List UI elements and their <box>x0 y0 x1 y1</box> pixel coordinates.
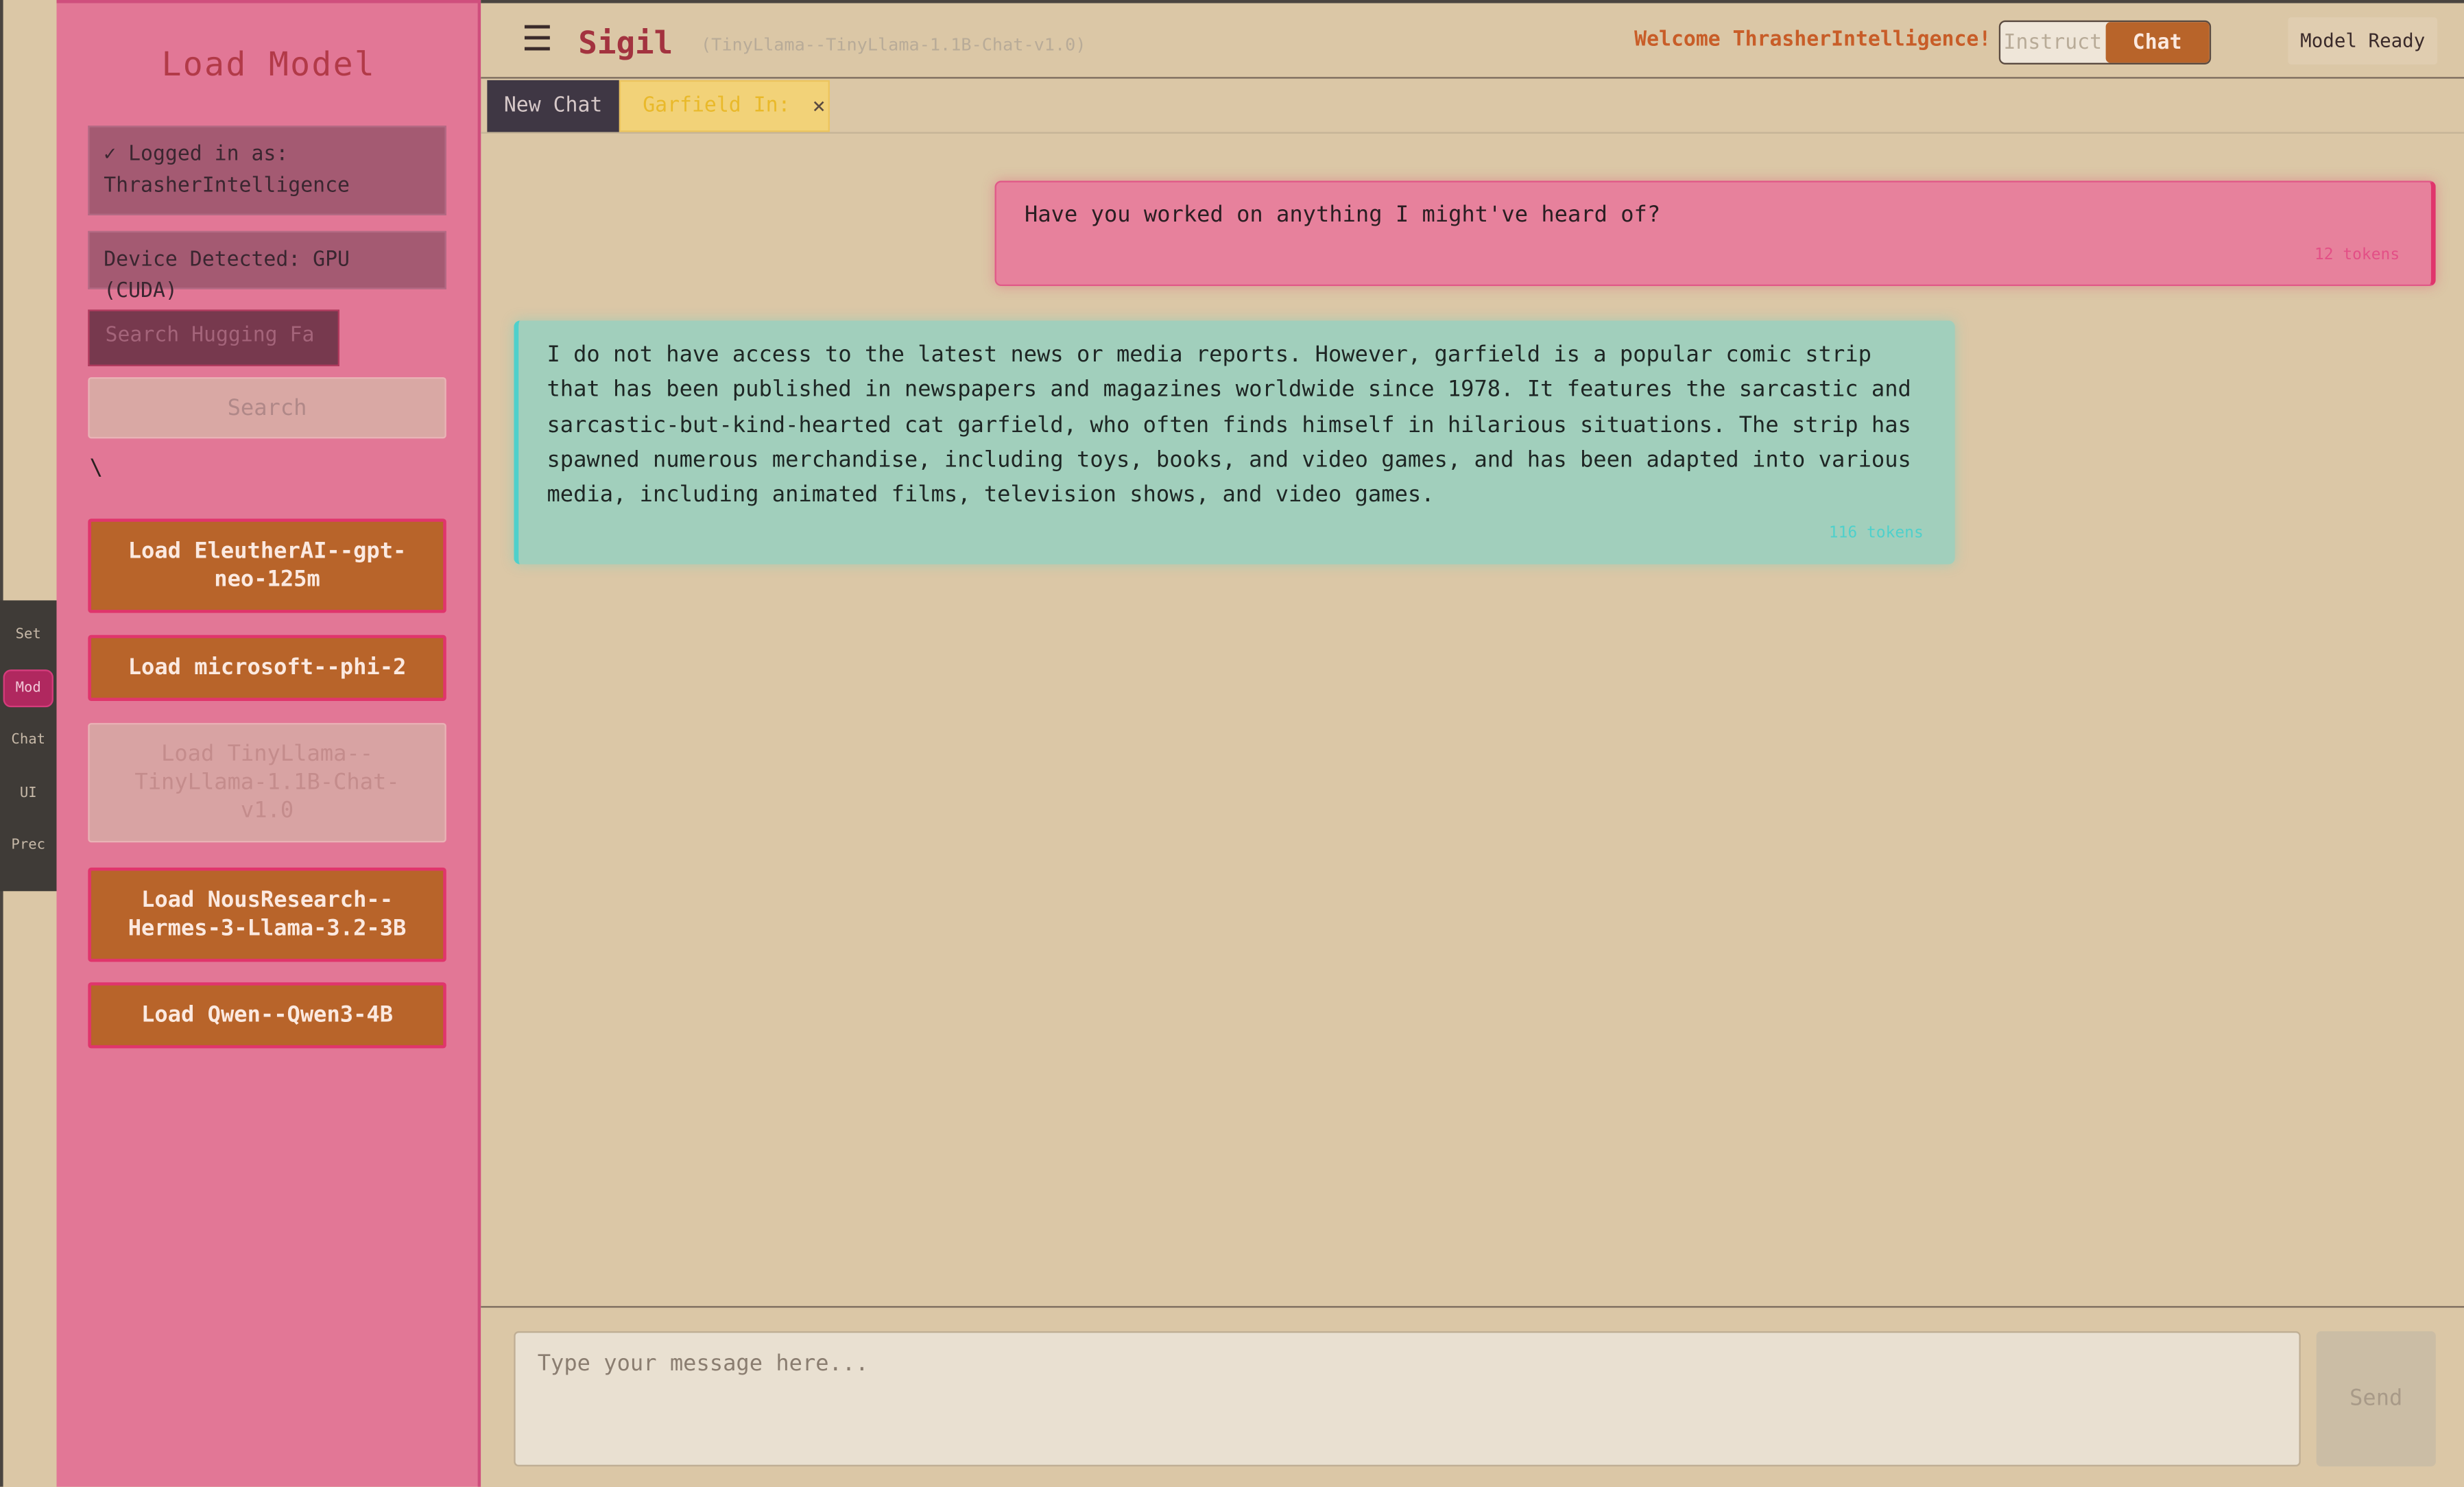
chat-tabs: New Chat Garfield In: × <box>481 79 2464 134</box>
rail-tab-settings[interactable]: Set <box>1 616 55 654</box>
top-bar: ☰ Sigil (TinyLlama--TinyLlama-1.1B-Chat-… <box>481 0 2464 79</box>
model-status: Model Ready <box>2288 17 2438 64</box>
panel-title: Load Model <box>161 45 376 84</box>
rail-tab-ui[interactable]: UI <box>1 774 55 812</box>
search-button[interactable]: Search <box>88 377 446 439</box>
message-text: I do not have access to the latest news … <box>547 342 1911 508</box>
rail-tab-precision[interactable]: Prec <box>1 827 55 865</box>
tab-label: Garfield In: <box>643 94 791 118</box>
tab-new-chat[interactable]: New Chat <box>487 80 619 132</box>
rail-tab-models[interactable]: Mod <box>3 669 53 707</box>
rail-tab-chat[interactable]: Chat <box>1 722 55 759</box>
load-model-button[interactable]: Load microsoft--phi-2 <box>88 634 446 702</box>
app-title: Sigil <box>578 23 673 62</box>
mode-chat[interactable]: Chat <box>2105 22 2210 63</box>
welcome-message: Welcome ThrasherIntelligence! <box>1634 28 1991 52</box>
message-input[interactable]: Type your message here... <box>514 1331 2301 1466</box>
menu-icon[interactable]: ☰ <box>522 21 553 60</box>
load-model-button[interactable]: Load Qwen--Qwen3-4B <box>88 982 446 1049</box>
message-text: Have you worked on anything I might've h… <box>1025 202 1661 228</box>
load-model-button-disabled[interactable]: Load TinyLlama--TinyLlama-1.1B-Chat-v1.0 <box>88 723 446 843</box>
load-model-button[interactable]: Load EleutherAI--gpt-neo-125m <box>88 519 446 613</box>
mode-toggle: Instruct Chat <box>1998 20 2212 64</box>
mode-instruct[interactable]: Instruct <box>2000 22 2105 63</box>
load-model-button[interactable]: Load NousResearch--Hermes-3-Llama-3.2-3B <box>88 867 446 962</box>
login-status: ✓ Logged in as: ThrasherIntelligence <box>88 126 446 215</box>
side-rail: Set Mod Chat UI Prec <box>0 600 57 892</box>
loaded-model-name: (TinyLlama--TinyLlama-1.1B-Chat-v1.0) <box>701 34 1086 56</box>
app-window: Set Mod Chat UI Prec Load Model ✓ Logged… <box>0 0 2464 1487</box>
device-status: Device Detected: GPU (CUDA) <box>88 230 446 303</box>
send-button[interactable]: Send <box>2316 1331 2436 1466</box>
user-message: Have you worked on anything I might've h… <box>994 180 2436 287</box>
token-count: 12 tokens <box>2314 246 2400 264</box>
composer: Type your message here... Send <box>481 1306 2464 1487</box>
assistant-message: I do not have access to the latest news … <box>514 320 1955 564</box>
tab-garfield[interactable]: Garfield In: × <box>619 80 830 132</box>
close-icon[interactable]: × <box>813 93 826 119</box>
model-search-input[interactable]: Search Hugging Fa <box>88 309 339 366</box>
token-count: 116 tokens <box>1828 525 1924 543</box>
tab-label: New Chat <box>503 94 603 118</box>
stray-text: \ <box>89 455 103 481</box>
load-model-panel: Load Model ✓ Logged in as: ThrasherIntel… <box>56 0 481 1487</box>
